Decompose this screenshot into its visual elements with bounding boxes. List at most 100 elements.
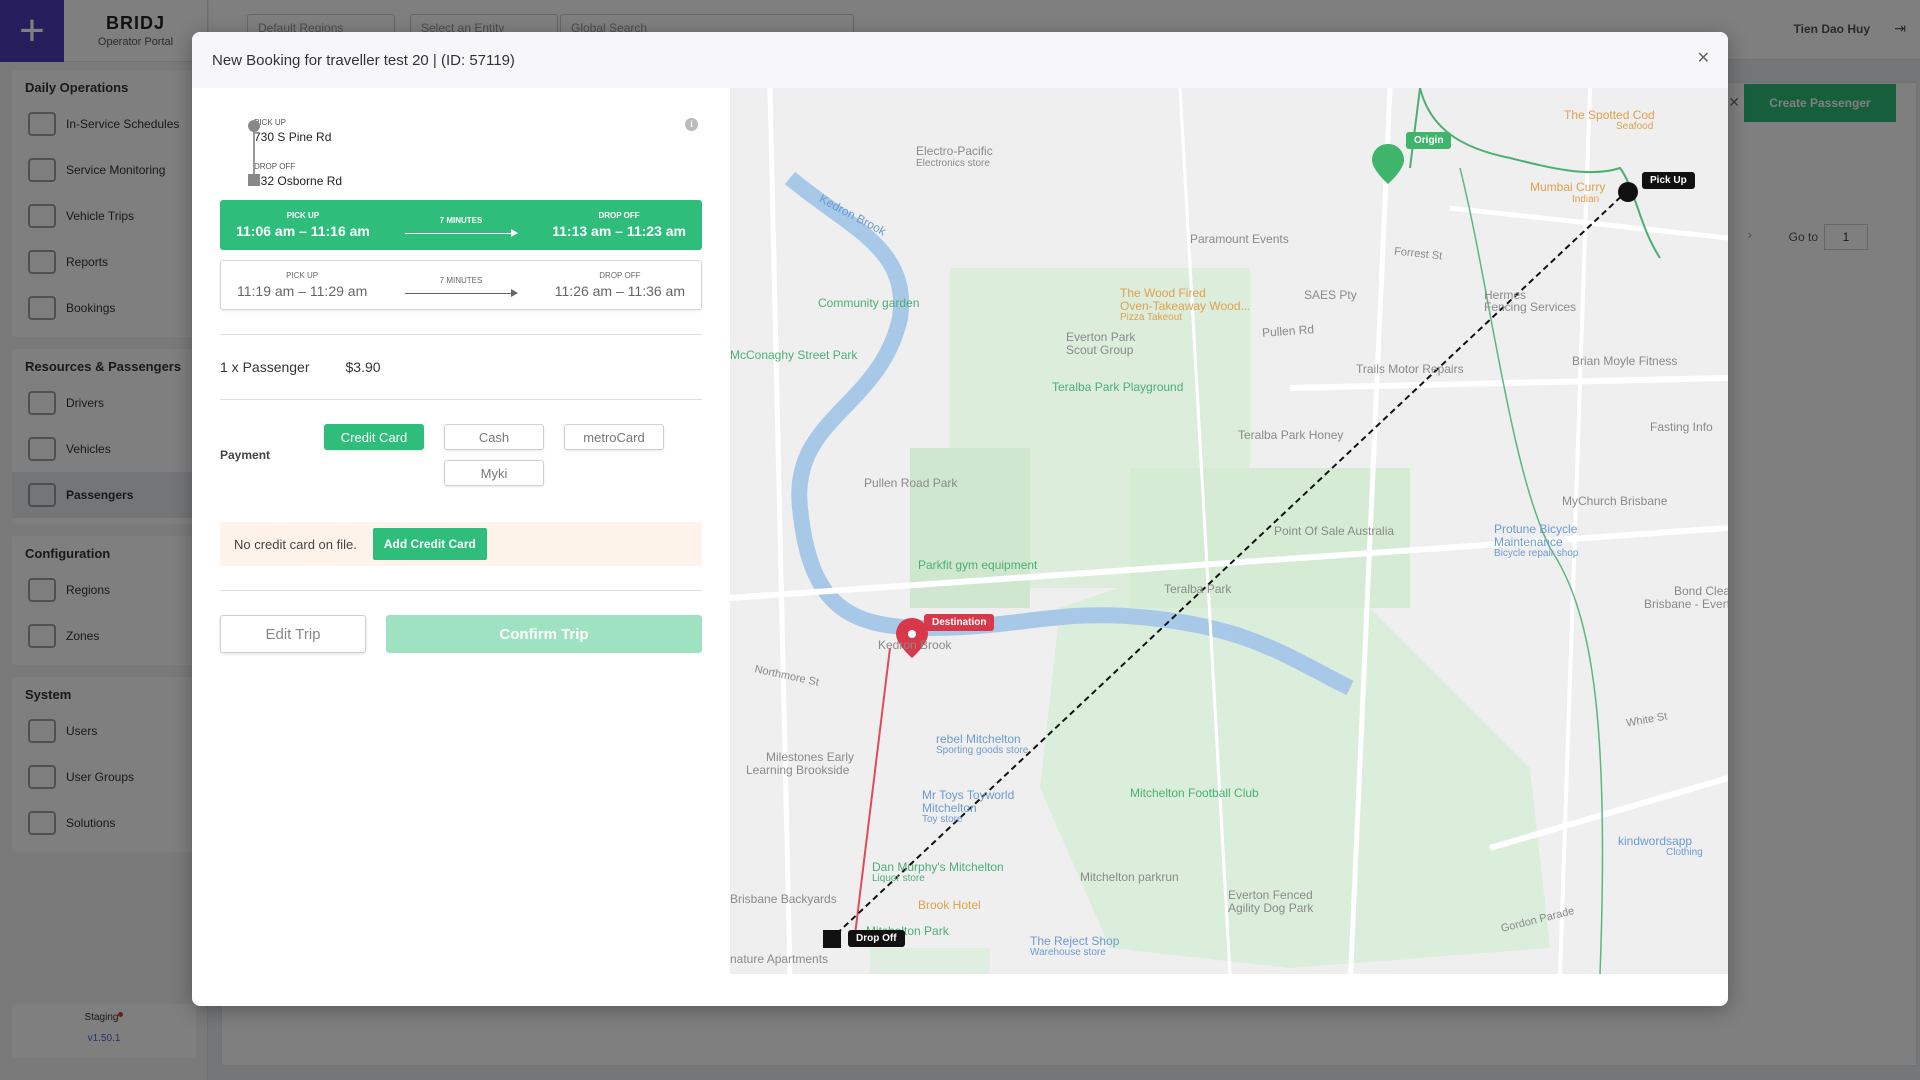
origin-pin-icon[interactable]: [1372, 144, 1404, 184]
modal-header: New Booking for traveller test 20 | (ID:…: [192, 32, 1728, 88]
map-place-label: Protune Bicycle: [1494, 522, 1578, 536]
pickup-dot-icon: [248, 120, 260, 132]
modal-title: New Booking for traveller test 20 | (ID:…: [212, 51, 515, 69]
dropoff-address: 132 Osborne Rd: [254, 174, 343, 188]
info-icon[interactable]: i: [685, 118, 698, 131]
map-place-label: Clothing: [1666, 847, 1703, 858]
map-place-label: Everton Fenced: [1228, 888, 1313, 902]
map-place-label: Pizza Takeout: [1120, 312, 1183, 323]
map-place-label: Milestones Early: [766, 750, 855, 764]
map-place-label: Scout Group: [1066, 343, 1134, 357]
trip-pickup-time: 11:06 am – 11:16 am: [236, 223, 370, 239]
map-place-label: Bicycle repair shop: [1494, 548, 1579, 559]
route-map[interactable]: Electro-Pacific Electronics store Paramo…: [730, 88, 1728, 974]
map-place-label: Mr Toys Toyworld: [922, 788, 1015, 802]
map-place-label: Pullen Road Park: [864, 476, 958, 490]
map-place-label: Parkfit gym equipment: [918, 558, 1038, 572]
dropoff-square-icon: [248, 174, 260, 186]
map-place-label: Bond Clea: [1674, 584, 1728, 598]
booking-panel: Pick up 730 S Pine Rd Drop off 132 Osbor…: [192, 88, 730, 1006]
pickup-label: Pick up: [254, 118, 287, 127]
map-place-label: Point Of Sale Australia: [1274, 524, 1395, 538]
dropoff-tag: Drop Off: [848, 930, 905, 947]
map-place-label: The Spotted Cod: [1564, 108, 1655, 122]
destination-tag: Destination: [924, 614, 995, 631]
map-place-label: The Wood Fired: [1120, 286, 1206, 300]
trip-duration: 7 MINUTES: [439, 276, 483, 285]
confirm-trip-button[interactable]: Confirm Trip: [386, 615, 702, 653]
map-place-label: rebel Mitchelton: [936, 732, 1021, 746]
trip-dropoff-label: DROP OFF: [599, 271, 641, 280]
walk-route-line: [853, 647, 891, 944]
map-place-label: Electro-Pacific: [916, 144, 993, 158]
trip-pickup-label: PICK UP: [286, 211, 320, 220]
map-place-label: kindwordsapp: [1618, 834, 1693, 848]
map-place-label: Brook Hotel: [918, 898, 981, 912]
route-connector: [253, 126, 255, 178]
map-place-label: Brisbane - Everton: [1644, 597, 1728, 611]
add-credit-card-button[interactable]: Add Credit Card: [372, 528, 487, 560]
notice-text: No credit card on file.: [234, 536, 357, 552]
map-place-label: McConaghy Street Park: [730, 348, 858, 362]
road: [1289, 375, 1728, 391]
map-place-label: Oven-Takeaway Wood...: [1120, 299, 1251, 313]
map-place-label: SAES Pty: [1304, 288, 1357, 302]
road: [767, 88, 793, 974]
map-place-label: Teralba Park Honey: [1238, 428, 1344, 442]
new-booking-modal: New Booking for traveller test 20 | (ID:…: [192, 32, 1728, 1006]
fare-summary: 1 x Passenger $3.90: [220, 359, 702, 375]
map-place-label: Warehouse store: [1030, 947, 1106, 958]
map-place-label: Learning Brookside: [746, 763, 850, 777]
credit-card-notice: No credit card on file. Add Credit Card: [220, 522, 702, 566]
payment-cash-button[interactable]: Cash: [444, 424, 544, 450]
map-place-label: Paramount Events: [1190, 232, 1289, 246]
trip-dropoff-time: 11:13 am – 11:23 am: [552, 223, 686, 239]
passenger-count: 1 x Passenger: [220, 359, 310, 375]
map-place-label: Mitchelton parkrun: [1080, 870, 1179, 884]
payment-section: Payment Credit Card Cash metroCard Myki: [220, 424, 702, 492]
pickup-address: 730 S Pine Rd: [254, 130, 332, 144]
map-place-label: Fasting Info: [1650, 420, 1713, 434]
divider: [220, 334, 702, 335]
trip-dropoff-time: 11:26 am – 11:36 am: [554, 283, 685, 299]
payment-metrocard-button[interactable]: metroCard: [564, 424, 664, 450]
road: [1449, 205, 1728, 241]
map-place-label: Trails Motor Repairs: [1356, 362, 1464, 376]
payment-myki-button[interactable]: Myki: [444, 460, 544, 486]
map-place-label: Teralba Park: [1164, 582, 1232, 596]
map-place-label: Community garden: [818, 296, 920, 310]
modal-actions: Edit Trip Confirm Trip: [220, 615, 702, 653]
map-place-label: Kedron Brook: [878, 638, 952, 652]
close-icon[interactable]: ✕: [1697, 48, 1710, 68]
trip-option-1[interactable]: PICK UP 11:06 am – 11:16 am 7 MINUTES DRO…: [220, 200, 702, 250]
payment-options: Credit Card Cash metroCard Myki: [324, 424, 684, 486]
trip-option-2[interactable]: PICK UP 11:19 am – 11:29 am 7 MINUTES DRO…: [220, 260, 702, 310]
dropoff-marker[interactable]: [823, 930, 841, 948]
map-place-label: Toy store: [922, 814, 963, 825]
map-place-label: The Reject Shop: [1030, 934, 1120, 948]
fare-price: $3.90: [345, 359, 381, 375]
trip-duration: 7 MINUTES: [439, 216, 483, 225]
pickup-tag: Pick Up: [1642, 172, 1695, 189]
map-place-label: Teralba Park Playground: [1052, 380, 1184, 394]
map-place-label: Liquor store: [872, 873, 925, 884]
map-place-label: Agility Dog Park: [1228, 901, 1314, 915]
map-place-label: Seafood: [1616, 121, 1654, 132]
map-place-label: Maintenance: [1494, 535, 1563, 549]
bus-route-line: [1409, 88, 1421, 169]
park-area: [870, 948, 990, 974]
arrow-right-icon: [405, 289, 518, 297]
payment-credit-card-button[interactable]: Credit Card: [324, 424, 424, 450]
map-place-label: Brisbane Backyards: [730, 892, 837, 906]
pickup-marker[interactable]: [1618, 182, 1638, 202]
map-place-label: Brian Moyle Fitness: [1572, 354, 1678, 368]
trip-pickup-label: PICK UP: [286, 271, 319, 280]
map-place-label: Mitchelton: [922, 801, 977, 815]
map-place-label: Sporting goods store: [936, 745, 1029, 756]
map-place-label: Dan Murphy's Mitchelton: [872, 860, 1004, 874]
edit-trip-button[interactable]: Edit Trip: [220, 615, 366, 653]
map-place-label: Indian: [1572, 194, 1600, 205]
divider: [220, 399, 702, 400]
dropoff-label: Drop off: [254, 162, 296, 171]
trip-dropoff-label: DROP OFF: [598, 211, 640, 220]
